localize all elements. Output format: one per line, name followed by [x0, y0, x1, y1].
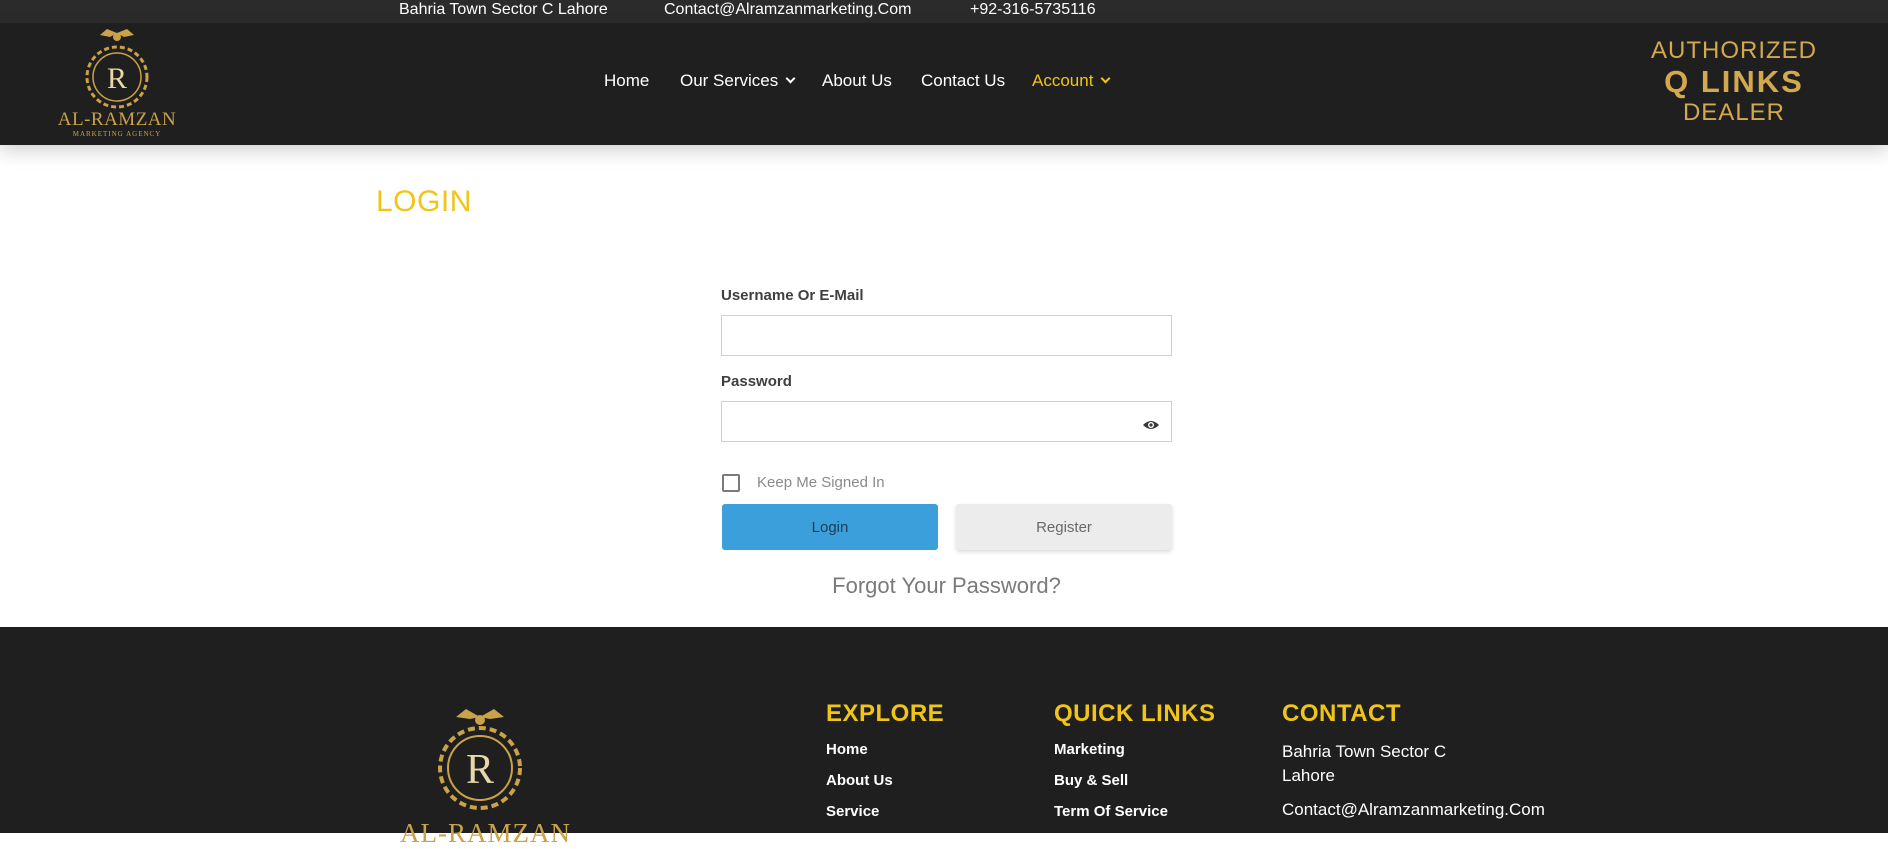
footer-address-line2: Lahore	[1282, 766, 1335, 785]
footer-logo[interactable]: R AL-RAMZAN	[400, 703, 570, 848]
show-password-eye-icon[interactable]	[1142, 419, 1160, 431]
footer-contact: CONTACT Bahria Town Sector C Lahore Cont…	[1282, 700, 1545, 822]
contact-heading: CONTACT	[1282, 700, 1402, 727]
svg-text:R: R	[466, 747, 494, 793]
eagle-wreath-emblem-icon: R	[438, 709, 522, 810]
footer-link-buy-sell[interactable]: Buy & Sell	[1054, 772, 1216, 790]
top-info-bar: Bahria Town Sector C Lahore Contact@Alra…	[0, 0, 1888, 23]
keep-signed-in-label[interactable]: Keep Me Signed In	[757, 474, 885, 491]
chevron-down-icon	[1100, 73, 1111, 84]
footer-email[interactable]: Contact@Alramzanmarketing.Com	[1282, 798, 1545, 822]
login-button[interactable]: Login	[722, 504, 938, 550]
nav-our-services[interactable]: Our Services	[680, 71, 796, 91]
footer-address-line1: Bahria Town Sector C	[1282, 742, 1447, 761]
site-footer: R AL-RAMZAN EXPLORE Home About Us Servic…	[0, 627, 1888, 848]
logo-tagline: MARKETING AGENCY	[72, 130, 162, 138]
password-label: Password	[721, 373, 792, 390]
nav-our-services-label: Our Services	[680, 71, 779, 90]
footer-quick-links: QUICK LINKS Marketing Buy & Sell Term Of…	[1054, 700, 1216, 821]
dealer-line3: DEALER	[1682, 99, 1786, 126]
topbar-address: Bahria Town Sector C Lahore	[399, 1, 608, 18]
nav-home[interactable]: Home	[604, 71, 649, 91]
authorized-dealer-badge: AUTHORIZED Q LINKS DEALER	[1634, 37, 1834, 127]
dealer-line1: AUTHORIZED	[1651, 37, 1817, 64]
footer-logo-name: AL-RAMZAN	[400, 818, 571, 848]
eagle-wreath-emblem-icon: R	[85, 29, 149, 109]
username-input[interactable]	[721, 315, 1172, 356]
explore-heading: EXPLORE	[826, 700, 945, 727]
footer-link-service[interactable]: Service	[826, 803, 944, 821]
logo-name: AL-RAMZAN	[57, 109, 177, 130]
footer-link-marketing[interactable]: Marketing	[1054, 741, 1216, 759]
footer-address: Bahria Town Sector C Lahore	[1282, 740, 1545, 788]
footer-link-about-us[interactable]: About Us	[826, 772, 944, 790]
forgot-password-link[interactable]: Forgot Your Password?	[721, 573, 1172, 599]
topbar-email[interactable]: Contact@Alramzanmarketing.Com	[664, 1, 911, 19]
main-nav: Home Our Services About Us Contact Us Ac…	[0, 71, 1888, 95]
footer-explore: EXPLORE Home About Us Service	[826, 700, 944, 821]
page-title: LOGIN	[376, 185, 472, 218]
register-button[interactable]: Register	[956, 504, 1172, 550]
nav-about-us[interactable]: About Us	[822, 71, 892, 91]
site-header: R AL-RAMZAN MARKETING AGENCY Home Our Se…	[0, 23, 1888, 145]
footer-link-home[interactable]: Home	[826, 741, 944, 759]
footer-link-term-of-service[interactable]: Term Of Service	[1054, 803, 1216, 821]
nav-account-label: Account	[1032, 71, 1094, 90]
username-label: Username Or E-Mail	[721, 287, 864, 304]
nav-account[interactable]: Account	[1032, 71, 1111, 91]
quick-links-heading: QUICK LINKS	[1054, 700, 1216, 727]
dealer-line2: Q LINKS	[1664, 64, 1804, 99]
chevron-down-icon	[785, 73, 796, 84]
topbar-phone[interactable]: +92-316-5735116	[970, 1, 1096, 19]
keep-signed-in-checkbox[interactable]	[722, 474, 740, 492]
nav-contact-us[interactable]: Contact Us	[921, 71, 1005, 91]
password-input[interactable]	[721, 401, 1172, 442]
